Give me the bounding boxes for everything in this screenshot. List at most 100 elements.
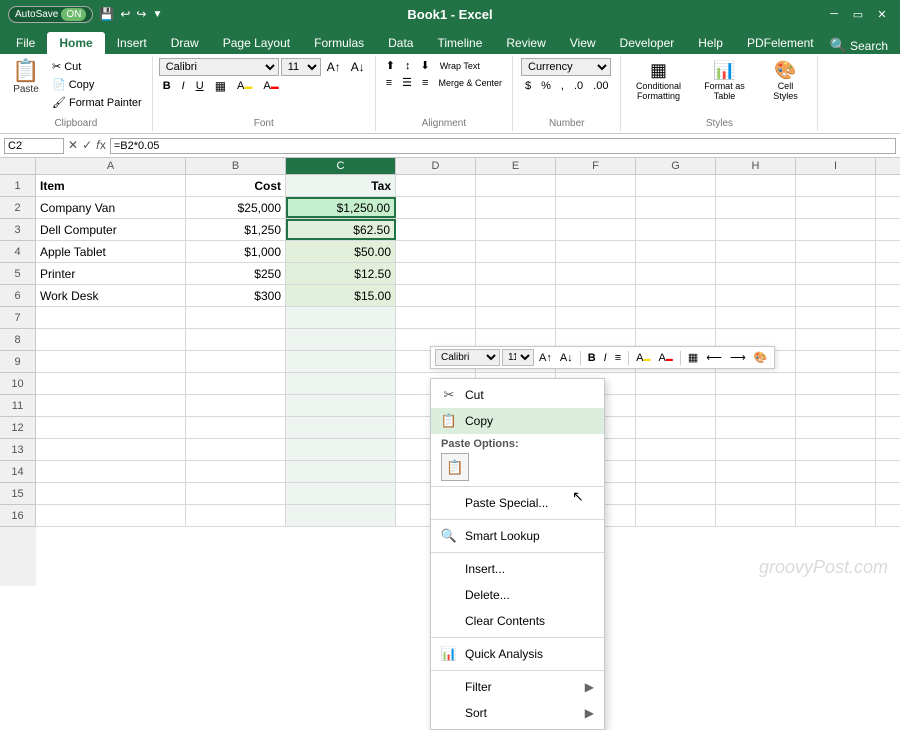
cell-a9[interactable] bbox=[36, 351, 186, 372]
mini-font-select[interactable]: Calibri bbox=[435, 349, 500, 366]
cell-c6[interactable]: $15.00 bbox=[286, 285, 396, 306]
cell-a11[interactable] bbox=[36, 395, 186, 416]
cell-i1[interactable] bbox=[796, 175, 876, 196]
cell-e3[interactable] bbox=[476, 219, 556, 240]
mini-align-button[interactable]: ≡ bbox=[612, 351, 624, 365]
search-label[interactable]: Search bbox=[850, 39, 888, 53]
row-header-1[interactable]: 1 bbox=[0, 175, 36, 197]
formula-input[interactable] bbox=[110, 138, 896, 154]
cell-c13[interactable] bbox=[286, 439, 396, 460]
context-menu-paste-special[interactable]: Paste Special... bbox=[431, 490, 604, 516]
paste-button[interactable]: 📋 Paste bbox=[6, 58, 46, 97]
toolbar-more-icon[interactable]: ▼ bbox=[152, 9, 162, 20]
col-header-i[interactable]: I bbox=[796, 158, 876, 174]
cell-a3[interactable]: Dell Computer bbox=[36, 219, 186, 240]
cell-i15[interactable] bbox=[796, 483, 876, 504]
cell-i2[interactable] bbox=[796, 197, 876, 218]
tab-file[interactable]: File bbox=[4, 32, 47, 54]
cell-h3[interactable] bbox=[716, 219, 796, 240]
row-header-13[interactable]: 13 bbox=[0, 439, 36, 461]
cell-c5[interactable]: $12.50 bbox=[286, 263, 396, 284]
col-header-h[interactable]: H bbox=[716, 158, 796, 174]
cell-g13[interactable] bbox=[636, 439, 716, 460]
cell-e6[interactable] bbox=[476, 285, 556, 306]
col-header-c[interactable]: C bbox=[286, 158, 396, 174]
decrease-decimal-button[interactable]: .0 bbox=[570, 79, 587, 93]
increase-font-button[interactable]: A↑ bbox=[323, 59, 345, 75]
row-header-3[interactable]: 3 bbox=[0, 219, 36, 241]
tab-pdfelement[interactable]: PDFelement bbox=[735, 32, 826, 54]
cell-c3[interactable]: $62.50 bbox=[286, 219, 396, 240]
cell-g16[interactable] bbox=[636, 505, 716, 526]
mini-increase-indent-button[interactable]: ⟶ bbox=[727, 350, 749, 365]
cell-b12[interactable] bbox=[186, 417, 286, 438]
cell-g7[interactable] bbox=[636, 307, 716, 328]
copy-button[interactable]: 📄 Copy bbox=[48, 76, 146, 93]
cell-i3[interactable] bbox=[796, 219, 876, 240]
cell-f3[interactable] bbox=[556, 219, 636, 240]
format-painter-button[interactable]: 🖌 Format Painter bbox=[48, 94, 146, 111]
mini-decrease-font-button[interactable]: A↓ bbox=[557, 351, 576, 365]
cell-d5[interactable] bbox=[396, 263, 476, 284]
cell-f6[interactable] bbox=[556, 285, 636, 306]
row-header-5[interactable]: 5 bbox=[0, 263, 36, 285]
cell-e4[interactable] bbox=[476, 241, 556, 262]
cell-b9[interactable] bbox=[186, 351, 286, 372]
cell-b6[interactable]: $300 bbox=[186, 285, 286, 306]
cell-a2[interactable]: Company Van bbox=[36, 197, 186, 218]
cell-i5[interactable] bbox=[796, 263, 876, 284]
cell-g4[interactable] bbox=[636, 241, 716, 262]
cell-f2[interactable] bbox=[556, 197, 636, 218]
cell-i11[interactable] bbox=[796, 395, 876, 416]
restore-button[interactable]: ▭ bbox=[848, 4, 868, 24]
cell-a7[interactable] bbox=[36, 307, 186, 328]
tab-review[interactable]: Review bbox=[494, 32, 557, 54]
mini-format-button[interactable]: 🎨 bbox=[751, 350, 771, 365]
cell-b5[interactable]: $250 bbox=[186, 263, 286, 284]
tab-insert[interactable]: Insert bbox=[105, 32, 159, 54]
tab-data[interactable]: Data bbox=[376, 32, 425, 54]
cell-b16[interactable] bbox=[186, 505, 286, 526]
font-color-button[interactable]: A▬ bbox=[259, 79, 282, 93]
cell-g11[interactable] bbox=[636, 395, 716, 416]
cell-c14[interactable] bbox=[286, 461, 396, 482]
cell-c7[interactable] bbox=[286, 307, 396, 328]
cell-i7[interactable] bbox=[796, 307, 876, 328]
cell-d7[interactable] bbox=[396, 307, 476, 328]
cell-i9[interactable] bbox=[796, 351, 876, 372]
cell-a16[interactable] bbox=[36, 505, 186, 526]
cell-i10[interactable] bbox=[796, 373, 876, 394]
cell-b3[interactable]: $1,250 bbox=[186, 219, 286, 240]
row-header-8[interactable]: 8 bbox=[0, 329, 36, 351]
row-header-15[interactable]: 15 bbox=[0, 483, 36, 505]
cell-a15[interactable] bbox=[36, 483, 186, 504]
cell-b15[interactable] bbox=[186, 483, 286, 504]
cell-b13[interactable] bbox=[186, 439, 286, 460]
cell-a5[interactable]: Printer bbox=[36, 263, 186, 284]
cell-i14[interactable] bbox=[796, 461, 876, 482]
align-middle-button[interactable]: ↕ bbox=[401, 58, 415, 73]
mini-italic-button[interactable]: I bbox=[601, 351, 610, 365]
increase-decimal-button[interactable]: .00 bbox=[589, 79, 612, 93]
align-top-button[interactable]: ⬆ bbox=[382, 58, 399, 73]
row-header-7[interactable]: 7 bbox=[0, 307, 36, 329]
cell-h10[interactable] bbox=[716, 373, 796, 394]
col-header-d[interactable]: D bbox=[396, 158, 476, 174]
cell-e2[interactable] bbox=[476, 197, 556, 218]
cell-styles-button[interactable]: 🎨 Cell Styles bbox=[759, 58, 811, 103]
cell-f1[interactable] bbox=[556, 175, 636, 196]
cell-g1[interactable] bbox=[636, 175, 716, 196]
cell-d3[interactable] bbox=[396, 219, 476, 240]
cell-a6[interactable]: Work Desk bbox=[36, 285, 186, 306]
cell-c15[interactable] bbox=[286, 483, 396, 504]
cell-g12[interactable] bbox=[636, 417, 716, 438]
cell-d2[interactable] bbox=[396, 197, 476, 218]
tab-draw[interactable]: Draw bbox=[159, 32, 211, 54]
cell-h1[interactable] bbox=[716, 175, 796, 196]
cell-h6[interactable] bbox=[716, 285, 796, 306]
fill-color-button[interactable]: A▬ bbox=[233, 79, 256, 93]
number-format-select[interactable]: Currency bbox=[521, 58, 611, 76]
context-menu-insert[interactable]: Insert... bbox=[431, 556, 604, 582]
redo-icon[interactable]: ↪ bbox=[136, 7, 146, 21]
row-header-4[interactable]: 4 bbox=[0, 241, 36, 263]
